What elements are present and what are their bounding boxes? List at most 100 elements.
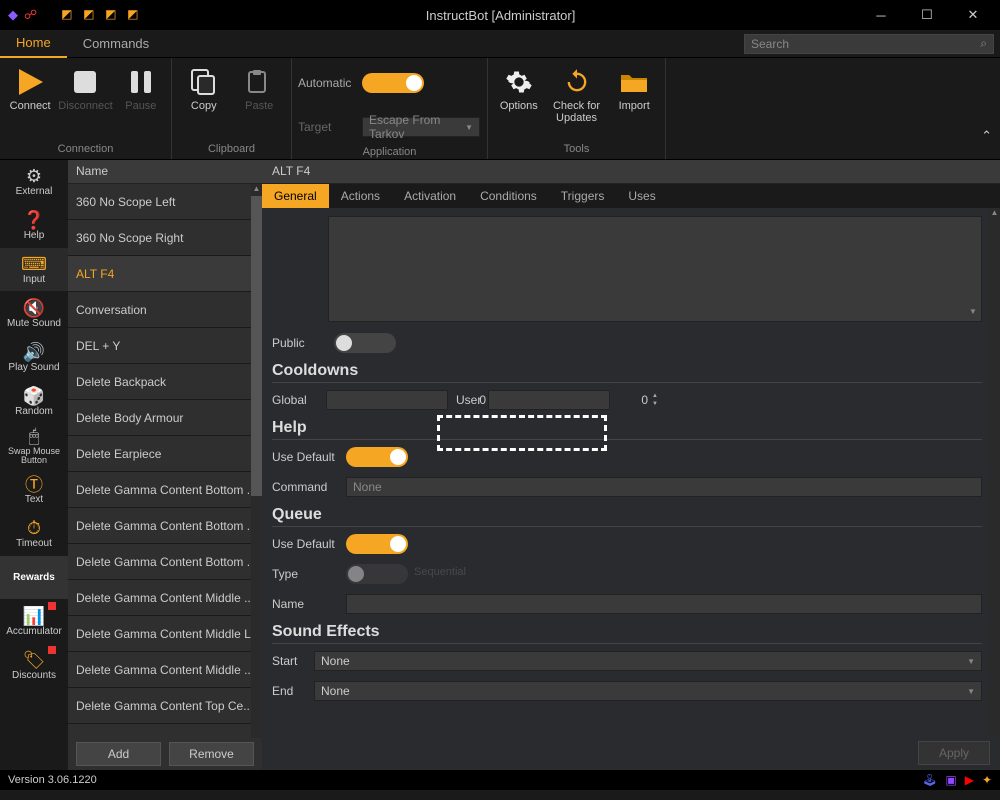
- spin-up-icon[interactable]: ▲: [652, 392, 658, 400]
- start-select[interactable]: None▼: [314, 651, 982, 671]
- sidebar-item-playsound[interactable]: 🔊Play Sound: [0, 336, 68, 380]
- global-spinner[interactable]: ▲▼: [326, 390, 448, 410]
- paste-button[interactable]: Paste: [234, 62, 286, 141]
- tab-home[interactable]: Home: [0, 30, 67, 58]
- search-input[interactable]: Search ⌕: [744, 34, 994, 54]
- tab-activation[interactable]: Activation: [392, 184, 468, 208]
- scrollbar-thumb[interactable]: [251, 196, 262, 496]
- remove-button[interactable]: Remove: [169, 742, 254, 766]
- public-toggle[interactable]: [334, 333, 396, 353]
- end-select[interactable]: None▼: [314, 681, 982, 701]
- twitch-icon[interactable]: ▣: [945, 773, 956, 787]
- import-button[interactable]: Import: [609, 62, 659, 141]
- notif-icon[interactable]: ◩: [61, 7, 77, 23]
- list-item[interactable]: Delete Gamma Content Middle ...: [68, 580, 262, 616]
- apply-button[interactable]: Apply: [918, 741, 990, 765]
- tab-general[interactable]: General: [262, 184, 329, 208]
- play-icon: [14, 66, 46, 98]
- paste-icon: [243, 66, 275, 98]
- automatic-toggle[interactable]: [362, 73, 424, 93]
- list-item[interactable]: Delete Backpack: [68, 364, 262, 400]
- sidebar-item-discounts[interactable]: 🏷Discounts: [0, 644, 68, 688]
- list-item[interactable]: Delete Gamma Content Bottom ...: [68, 544, 262, 580]
- list-item[interactable]: DEL + Y: [68, 328, 262, 364]
- list-item[interactable]: 360 No Scope Right: [68, 220, 262, 256]
- tab-conditions[interactable]: Conditions: [468, 184, 549, 208]
- tab-triggers[interactable]: Triggers: [549, 184, 617, 208]
- list-scrollbar[interactable]: ▲: [251, 184, 262, 738]
- name-label: Name: [272, 597, 346, 611]
- minimize-button[interactable]: ─: [858, 0, 904, 30]
- close-button[interactable]: ✕: [950, 0, 996, 30]
- type-toggle[interactable]: Sequential: [346, 564, 408, 584]
- sidebar-item-input[interactable]: ⌨Input: [0, 248, 68, 292]
- list-item[interactable]: Delete Gamma Content Top Ce...: [68, 688, 262, 724]
- notif-icon[interactable]: ◩: [105, 7, 121, 23]
- folder-icon: [618, 66, 650, 98]
- sidebar-item-swapmouse[interactable]: 🖱Swap Mouse Button: [0, 424, 68, 468]
- options-button[interactable]: Options: [494, 62, 544, 141]
- list-item[interactable]: Delete Earpiece: [68, 436, 262, 472]
- timer-icon: ⏱: [27, 518, 41, 538]
- queue-use-default-label: Use Default: [272, 537, 346, 551]
- check-updates-button[interactable]: Check for Updates: [548, 62, 606, 141]
- list-header[interactable]: Name: [68, 160, 262, 184]
- statusbar: Version 3.06.1220 🕹 ▣ ▶ ✦: [0, 770, 1000, 790]
- window-controls: ─ ☐ ✕: [858, 0, 996, 30]
- preview-area[interactable]: ▼: [328, 216, 982, 322]
- start-label: Start: [272, 654, 314, 668]
- ribbon-collapse-button[interactable]: ⌃: [981, 128, 992, 144]
- detail-scrollbar[interactable]: ▲: [989, 208, 1000, 736]
- tray-icon[interactable]: ✦: [982, 773, 992, 787]
- sidebar-item-text[interactable]: ⓉText: [0, 468, 68, 512]
- chevron-down-icon: ▼: [465, 123, 473, 132]
- sidebar-item-help[interactable]: ❓Help: [0, 204, 68, 248]
- spin-down-icon[interactable]: ▼: [652, 400, 658, 408]
- list-item[interactable]: Delete Gamma Content Middle ...: [68, 652, 262, 688]
- target-select[interactable]: Escape From Tarkov▼: [362, 117, 480, 137]
- app-icon: ◆: [8, 7, 18, 23]
- sidebar-item-mute[interactable]: 🔇Mute Sound: [0, 292, 68, 336]
- notif-icon[interactable]: ◩: [83, 7, 99, 23]
- connect-button[interactable]: Connect: [6, 62, 54, 141]
- tab-commands[interactable]: Commands: [67, 30, 165, 58]
- user-spinner[interactable]: ▲▼: [488, 390, 610, 410]
- list-item[interactable]: Delete Gamma Content Bottom ...: [68, 508, 262, 544]
- maximize-button[interactable]: ☐: [904, 0, 950, 30]
- list-item[interactable]: Delete Gamma Content Middle L...: [68, 616, 262, 652]
- copy-button[interactable]: Copy: [178, 62, 230, 141]
- discord-icon[interactable]: 🕹: [922, 773, 937, 787]
- list-item[interactable]: 360 No Scope Left: [68, 184, 262, 220]
- sidebar-item-random[interactable]: 🎲Random: [0, 380, 68, 424]
- list-item[interactable]: Conversation: [68, 292, 262, 328]
- automatic-label: Automatic: [298, 76, 362, 90]
- user-label: User: [448, 393, 488, 407]
- help-use-default-toggle[interactable]: [346, 447, 408, 467]
- notif-icon[interactable]: ◩: [127, 7, 143, 23]
- queue-use-default-toggle[interactable]: [346, 534, 408, 554]
- disconnect-button[interactable]: Disconnect: [58, 62, 112, 141]
- queue-section: Queue: [272, 506, 982, 527]
- add-button[interactable]: Add: [76, 742, 161, 766]
- user-input[interactable]: [489, 393, 652, 407]
- sidebar-item-external[interactable]: ⚙External: [0, 160, 68, 204]
- tab-uses[interactable]: Uses: [616, 184, 667, 208]
- youtube-icon[interactable]: ▶: [965, 773, 974, 787]
- name-input[interactable]: [346, 594, 982, 614]
- sidebar-item-accumulator[interactable]: 📊Accumulator: [0, 600, 68, 644]
- list-item[interactable]: Delete Body Armour: [68, 400, 262, 436]
- main-area: ⚙External ❓Help ⌨Input 🔇Mute Sound 🔊Play…: [0, 160, 1000, 770]
- help-section: Help: [272, 419, 982, 440]
- sidebar-item-rewards[interactable]: Rewards: [0, 556, 68, 600]
- pause-button[interactable]: Pause: [117, 62, 165, 141]
- menubar: Home Commands Search ⌕: [0, 30, 1000, 58]
- command-select[interactable]: None: [346, 477, 982, 497]
- text-icon: Ⓣ: [25, 474, 43, 494]
- ribbon-group-connection: Connect Disconnect Pause Connection: [0, 58, 172, 159]
- chevron-down-icon[interactable]: ▼: [967, 307, 979, 319]
- tab-actions[interactable]: Actions: [329, 184, 392, 208]
- accumulator-icon: 📊: [23, 606, 45, 626]
- list-item[interactable]: Delete Gamma Content Bottom ...: [68, 472, 262, 508]
- sidebar-item-timeout[interactable]: ⏱Timeout: [0, 512, 68, 556]
- list-item[interactable]: ALT F4: [68, 256, 262, 292]
